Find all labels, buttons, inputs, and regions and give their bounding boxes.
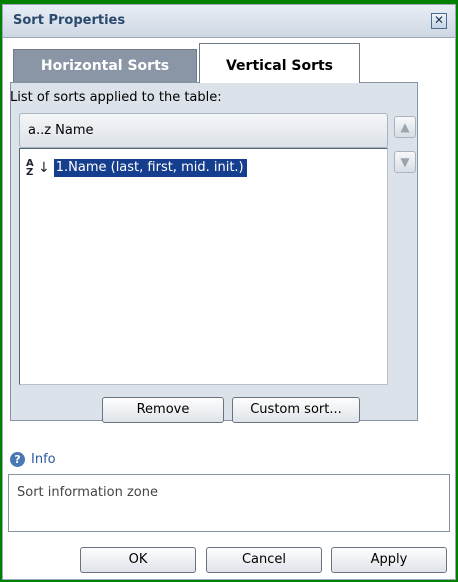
sort-arrow-icon: ↓	[38, 160, 50, 176]
sort-item-label: 1.Name (last, first, mid. init.)	[53, 159, 247, 177]
info-zone: Sort information zone	[8, 474, 450, 532]
custom-sort-button[interactable]: Custom sort...	[232, 397, 360, 423]
remove-button[interactable]: Remove	[102, 397, 224, 423]
sort-ascending-icon: AZ	[26, 158, 34, 178]
cancel-button[interactable]: Cancel	[206, 547, 322, 573]
info-zone-text: Sort information zone	[17, 485, 158, 500]
apply-button[interactable]: Apply	[331, 547, 447, 573]
question-icon[interactable]: ?	[10, 452, 25, 467]
sorts-list-caption: List of sorts applied to the table:	[10, 90, 222, 105]
ok-button[interactable]: OK	[80, 547, 196, 573]
sorts-list-header[interactable]: a..z Name	[19, 113, 388, 148]
tab-vertical-sorts[interactable]: Vertical Sorts	[199, 43, 360, 83]
list-item[interactable]: AZ ↓ 1.Name (last, first, mid. init.)	[26, 158, 247, 178]
tab-horizontal-sorts[interactable]: Horizontal Sorts	[13, 49, 197, 83]
title-bar: Sort Properties ✕	[3, 5, 455, 38]
close-icon[interactable]: ✕	[431, 13, 447, 29]
dialog-title: Sort Properties	[13, 13, 126, 28]
arrow-up-icon: ▲	[400, 120, 410, 134]
move-up-button[interactable]: ▲	[394, 116, 416, 138]
sorts-listbox[interactable]: AZ ↓ 1.Name (last, first, mid. init.)	[19, 148, 388, 385]
info-label[interactable]: Info	[31, 452, 56, 467]
move-down-button[interactable]: ▼	[394, 151, 416, 173]
arrow-down-icon: ▼	[400, 155, 410, 169]
